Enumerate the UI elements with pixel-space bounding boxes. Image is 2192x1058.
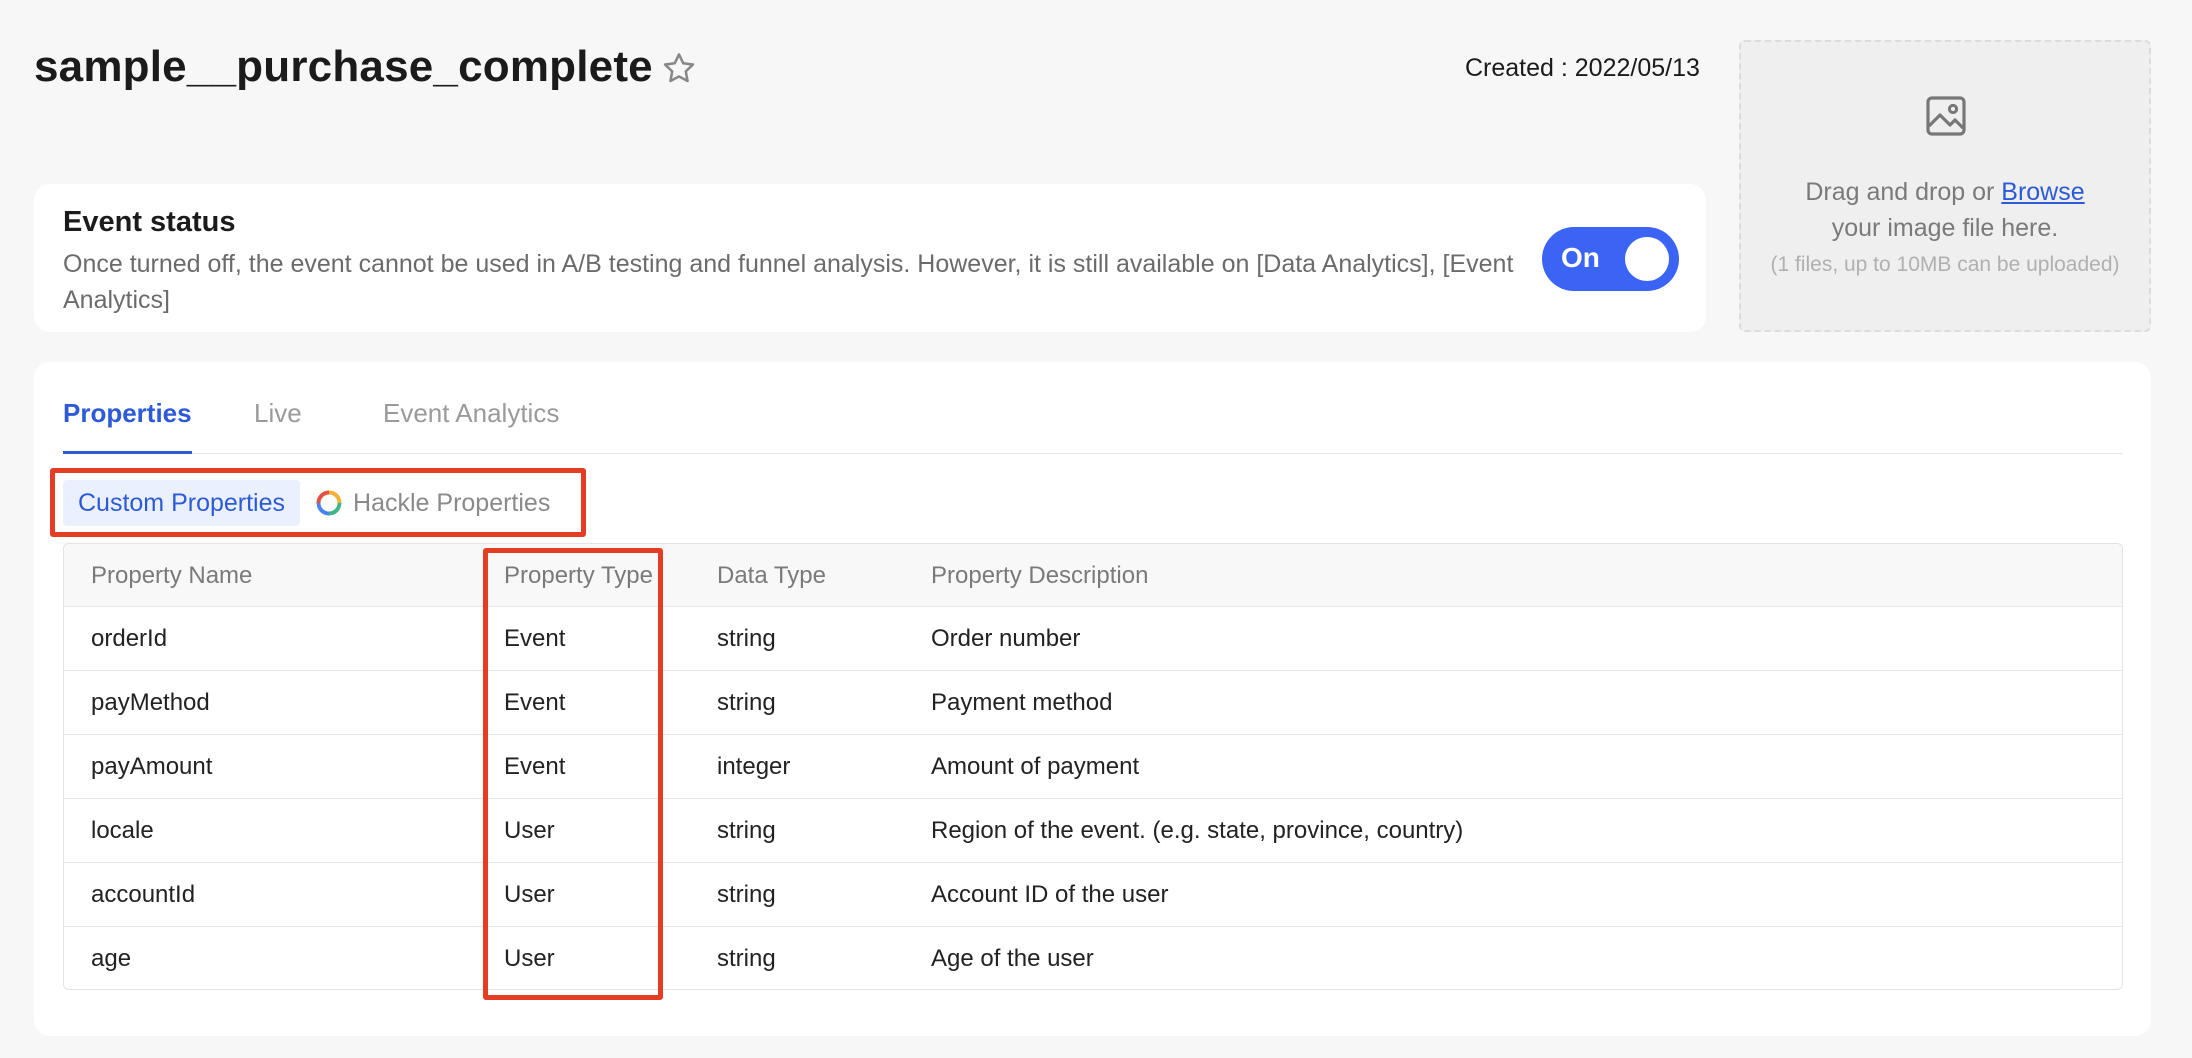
event-status-card: Event status Once turned off, the event …	[34, 184, 1706, 332]
property-description-cell: Age of the user	[931, 945, 1094, 972]
tab-properties[interactable]: Properties	[63, 398, 192, 454]
property-name-cell: locale	[91, 817, 154, 844]
upload-instruction-line2: your image file here.	[1831, 214, 2059, 242]
image-upload-dropzone[interactable]: Drag and drop or Browse your image file …	[1739, 40, 2151, 332]
table-header-row: Property Name Property Type Data Type Pr…	[64, 544, 2122, 607]
property-name-cell: orderId	[91, 625, 168, 652]
data-type-cell: string	[717, 817, 776, 844]
column-header-data-type: Data Type	[717, 562, 826, 589]
table-row[interactable]: orderId Event string Order number	[64, 607, 2122, 671]
table-row[interactable]: locale User string Region of the event. …	[64, 799, 2122, 863]
properties-table: Property Name Property Type Data Type Pr…	[63, 543, 2123, 990]
page-title: sample__purchase_complete	[34, 42, 653, 91]
data-type-cell: string	[717, 689, 776, 716]
upload-instruction: Drag and drop or Browse	[1741, 178, 2149, 207]
event-status-title: Event status	[63, 206, 236, 238]
star-icon[interactable]	[660, 50, 698, 88]
column-header-property-name: Property Name	[91, 562, 253, 589]
toggle-knob	[1625, 237, 1669, 281]
property-description-cell: Payment method	[931, 689, 1113, 716]
table-row[interactable]: payAmount Event integer Amount of paymen…	[64, 735, 2122, 799]
property-name-cell: age	[91, 945, 132, 972]
property-description-cell: Order number	[931, 625, 1081, 652]
tab-event-analytics[interactable]: Event Analytics	[383, 398, 559, 454]
highlight-box-property-type-column	[483, 548, 663, 1000]
highlight-box-property-switch	[50, 468, 586, 537]
data-type-cell: string	[717, 881, 776, 908]
table-row[interactable]: payMethod Event string Payment method	[64, 671, 2122, 735]
property-description-cell: Amount of payment	[931, 753, 1140, 780]
event-detail-page: sample__purchase_complete Created : 2022…	[0, 0, 2192, 1058]
created-date: Created : 2022/05/13	[1465, 54, 1700, 82]
upload-instruction-prefix: Drag and drop or	[1805, 178, 2002, 206]
upload-limit-note: (1 files, up to 10MB can be uploaded)	[1770, 253, 2120, 276]
property-name-cell: payMethod	[91, 689, 210, 716]
data-type-cell: string	[717, 945, 776, 972]
property-description-cell: Region of the event. (e.g. state, provin…	[931, 817, 1464, 844]
table-row[interactable]: age User string Age of the user	[64, 927, 2122, 989]
properties-panel: Properties Live Event Analytics Custom P…	[34, 362, 2151, 1036]
property-description-cell: Account ID of the user	[931, 881, 1169, 908]
data-type-cell: string	[717, 625, 776, 652]
image-icon	[1926, 96, 1966, 136]
browse-link[interactable]: Browse	[2001, 178, 2084, 206]
event-status-toggle[interactable]: On	[1542, 227, 1679, 291]
table-row[interactable]: accountId User string Account ID of the …	[64, 863, 2122, 927]
toggle-label: On	[1561, 242, 1600, 273]
event-status-description: Once turned off, the event cannot be use…	[63, 250, 1514, 314]
data-type-cell: integer	[717, 753, 791, 780]
tab-bar: Properties Live Event Analytics	[63, 398, 2123, 454]
property-name-cell: payAmount	[91, 753, 213, 780]
column-header-property-description: Property Description	[931, 562, 1149, 589]
property-name-cell: accountId	[91, 881, 196, 908]
tab-live[interactable]: Live	[254, 398, 302, 454]
